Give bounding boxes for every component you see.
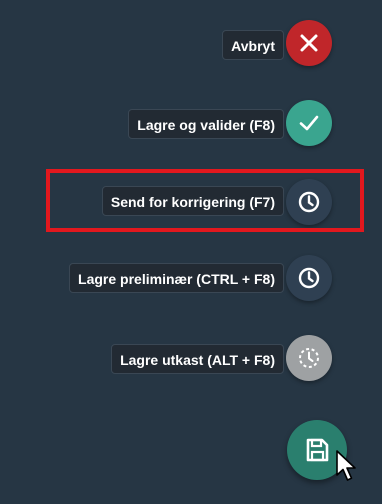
mouse-cursor-icon xyxy=(336,450,356,481)
action-row-save-validate: Lagre og valider (F8) xyxy=(0,99,382,149)
action-row-cancel: Avbryt xyxy=(0,20,382,70)
cancel-button[interactable] xyxy=(286,20,332,66)
close-icon xyxy=(300,34,318,52)
save-validate-label[interactable]: Lagre og valider (F8) xyxy=(128,109,284,139)
save-icon xyxy=(306,438,329,462)
action-row-save-preliminary: Lagre preliminær (CTRL + F8) xyxy=(0,253,382,303)
clock-dashed-icon xyxy=(299,348,319,368)
save-validate-button[interactable] xyxy=(286,100,332,146)
save-draft-button[interactable] xyxy=(286,335,332,381)
save-draft-label[interactable]: Lagre utkast (ALT + F8) xyxy=(111,344,284,374)
save-preliminary-label[interactable]: Lagre preliminær (CTRL + F8) xyxy=(69,263,284,293)
action-row-send-correction: Send for korrigering (F7) xyxy=(0,176,382,226)
send-correction-label[interactable]: Send for korrigering (F7) xyxy=(101,186,284,216)
send-correction-button[interactable] xyxy=(286,179,332,225)
cancel-label[interactable]: Avbryt xyxy=(222,30,284,60)
clock-icon xyxy=(298,191,320,213)
check-icon xyxy=(299,115,319,131)
clock-icon xyxy=(298,267,320,289)
action-row-save-draft: Lagre utkast (ALT + F8) xyxy=(0,334,382,384)
save-preliminary-button[interactable] xyxy=(286,255,332,301)
